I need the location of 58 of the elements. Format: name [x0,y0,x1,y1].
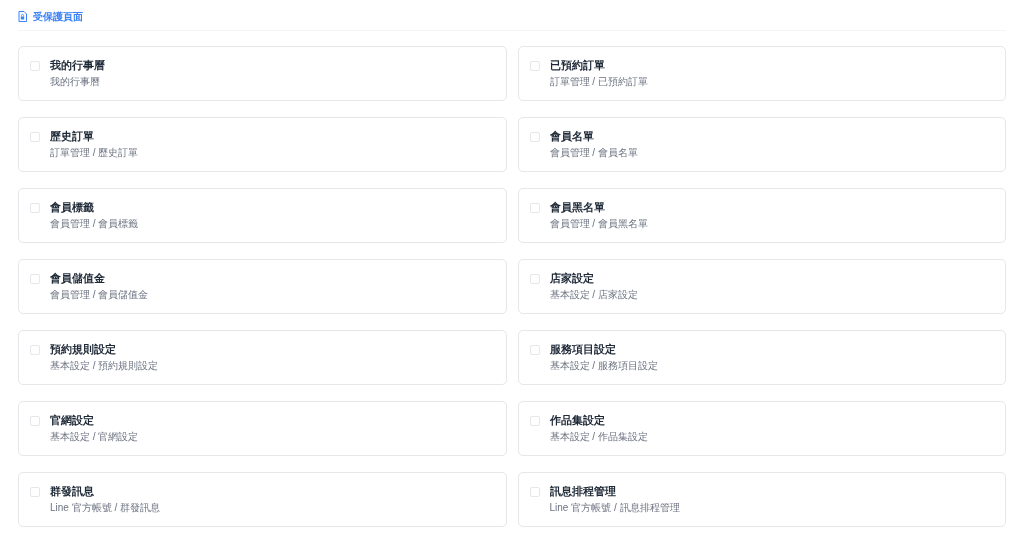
checkbox[interactable] [30,416,40,426]
page-path: 基本設定 / 店家設定 [549,289,638,301]
checkbox[interactable] [30,487,40,497]
page-title: 預約規則設定 [50,343,117,356]
page-path: Line 官方帳號 / 群發訊息 [50,502,161,514]
page-card[interactable]: 訊息排程管理 Line 官方帳號 / 訊息排程管理 [517,472,1006,527]
page-title: 會員儲值金 [50,272,106,285]
page-card[interactable]: 會員儲值金 會員管理 / 會員儲值金 [18,259,507,314]
page-path: 我的行事曆 [50,76,101,88]
page-title: 會員黑名單 [549,201,606,214]
page-card[interactable]: 服務項目設定 基本設定 / 服務項目設定 [517,330,1006,385]
page-path: 訂單管理 / 已預約訂單 [549,76,648,88]
checkbox[interactable] [529,274,540,284]
checkbox[interactable] [529,132,540,142]
page-title: 歷史訂單 [50,130,95,143]
page-title: 店家設定 [549,272,595,285]
page-path: 基本設定 / 官網設定 [50,431,139,443]
page-path: 會員管理 / 會員儲值金 [50,289,149,301]
page-title: 已預約訂單 [549,59,606,72]
page-path: 訂單管理 / 歷史訂單 [50,147,139,159]
checkbox[interactable] [30,203,40,213]
page-card[interactable]: 我的行事曆 我的行事曆 [18,46,507,101]
page-title: 群發訊息 [50,485,95,498]
page-title: 服務項目設定 [549,343,617,356]
checkbox[interactable] [529,203,540,213]
page-path: 基本設定 / 服務項目設定 [549,360,658,372]
checkbox[interactable] [30,274,40,284]
page-card[interactable]: 群發訊息 Line 官方帳號 / 群發訊息 [18,472,507,527]
page-card[interactable]: 會員標籤 會員管理 / 會員標籤 [18,188,507,243]
page-title: 作品集設定 [549,414,606,427]
checkbox[interactable] [30,345,40,355]
page-card[interactable]: 歷史訂單 訂單管理 / 歷史訂單 [18,117,507,172]
page-path: 會員管理 / 會員黑名單 [549,218,648,230]
page-title: 會員名單 [549,130,595,143]
lock-document-icon [18,10,27,22]
page-title: 官網設定 [50,414,95,427]
checkbox[interactable] [529,487,540,497]
page-path: 基本設定 / 作品集設定 [549,431,648,443]
checkbox[interactable] [529,61,540,71]
page-path: Line 官方帳號 / 訊息排程管理 [549,502,680,514]
page-card[interactable]: 官網設定 基本設定 / 官網設定 [18,401,507,456]
page-card[interactable]: 店家設定 基本設定 / 店家設定 [517,259,1006,314]
page-title: 我的行事曆 [50,59,105,72]
page-title: 訊息排程管理 [549,485,617,498]
page-card[interactable]: 會員名單 會員管理 / 會員名單 [517,117,1006,172]
page-card[interactable]: 會員黑名單 會員管理 / 會員黑名單 [517,188,1006,243]
page-path: 會員管理 / 會員名單 [549,147,638,159]
checkbox[interactable] [529,345,540,355]
checkbox[interactable] [30,61,40,71]
page-title: 會員標籤 [50,201,95,214]
section-title: 受保護頁面 [33,9,83,24]
page-path: 會員管理 / 會員標籤 [50,218,139,230]
page-path: 基本設定 / 預約規則設定 [50,360,159,372]
checkbox[interactable] [529,416,540,426]
page-card[interactable]: 已預約訂單 訂單管理 / 已預約訂單 [517,46,1006,101]
page-card[interactable]: 預約規則設定 基本設定 / 預約規則設定 [18,330,507,385]
checkbox[interactable] [30,132,40,142]
page-card[interactable]: 作品集設定 基本設定 / 作品集設定 [517,401,1006,456]
